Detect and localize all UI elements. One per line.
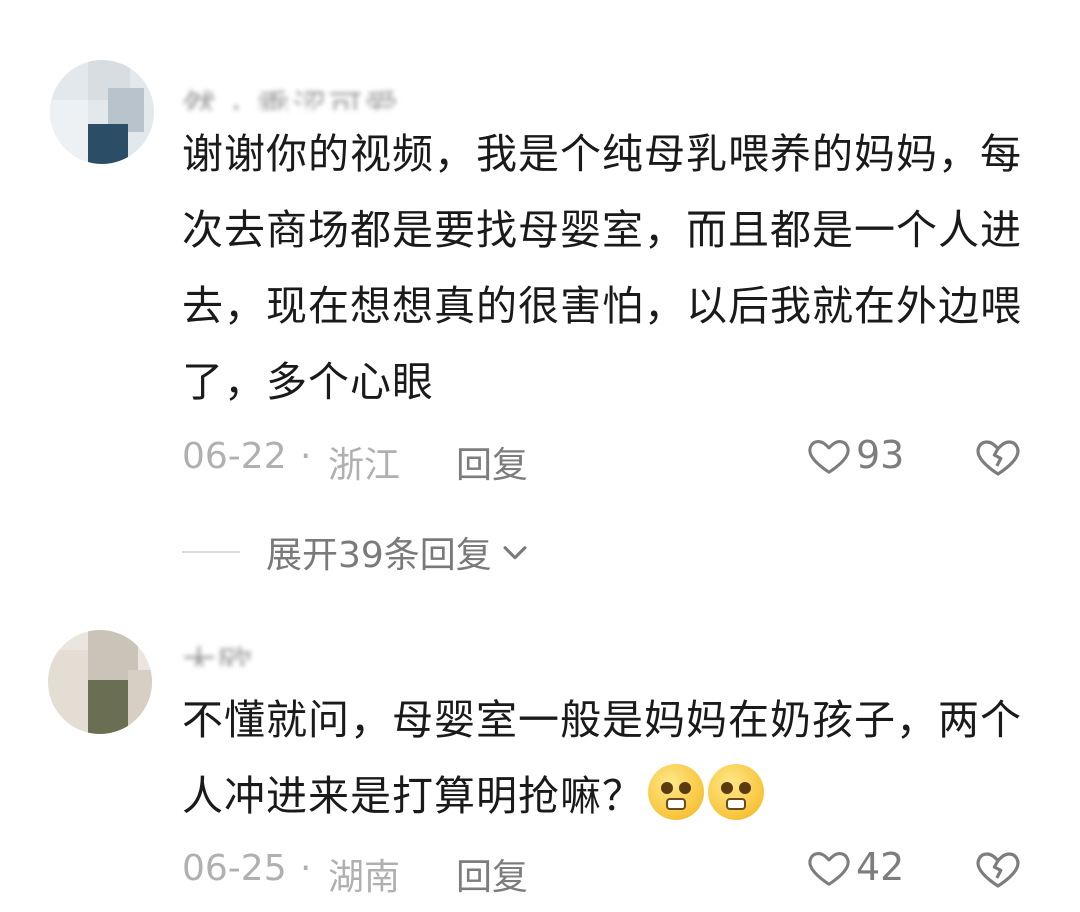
comment-location: 湖南 <box>328 857 401 898</box>
like-count: 93 <box>856 433 905 477</box>
avatar[interactable] <box>48 630 152 734</box>
meta-separator: · <box>300 848 312 889</box>
like-button[interactable]: 93 <box>806 432 904 478</box>
reply-button[interactable]: 回复 <box>456 848 528 900</box>
comment-text-content: 不懂就问，母婴室一般是妈妈在奶孩子，两个人冲进来是打算明抢嘛？ <box>182 696 1022 820</box>
like-count: 42 <box>856 845 905 889</box>
heart-icon <box>808 440 850 474</box>
reply-button[interactable]: 回复 <box>456 436 528 488</box>
pleading-face-icon <box>648 764 704 820</box>
dislike-broken-heart-icon[interactable] <box>974 432 1022 480</box>
meta-separator: · <box>300 436 312 477</box>
expand-replies-label: 展开39条回复 <box>266 535 492 576</box>
comment-date: 06-25 <box>182 848 287 889</box>
username[interactable]: 然 · 乘涩可爱 <box>182 80 400 110</box>
like-button[interactable]: 42 <box>806 844 904 890</box>
dislike-broken-heart-icon[interactable] <box>974 844 1022 892</box>
avatar[interactable] <box>50 60 154 164</box>
chevron-down-icon <box>503 546 527 560</box>
comment-text: 不懂就问，母婴室一般是妈妈在奶孩子，两个人冲进来是打算明抢嘛？ <box>182 682 1052 834</box>
heart-icon <box>808 852 850 886</box>
comment-location: 浙江 <box>328 445 401 486</box>
username[interactable]: 大欧 <box>182 636 254 666</box>
pleading-face-icon <box>708 764 764 820</box>
comment-date: 06-22 <box>182 436 287 477</box>
expand-replies-button[interactable]: 展开39条回复 <box>182 526 532 578</box>
divider-line <box>182 551 240 553</box>
comment-text: 谢谢你的视频，我是个纯母乳喂养的妈妈，每次去商场都是要找母婴室，而且都是一个人进… <box>182 130 1022 406</box>
